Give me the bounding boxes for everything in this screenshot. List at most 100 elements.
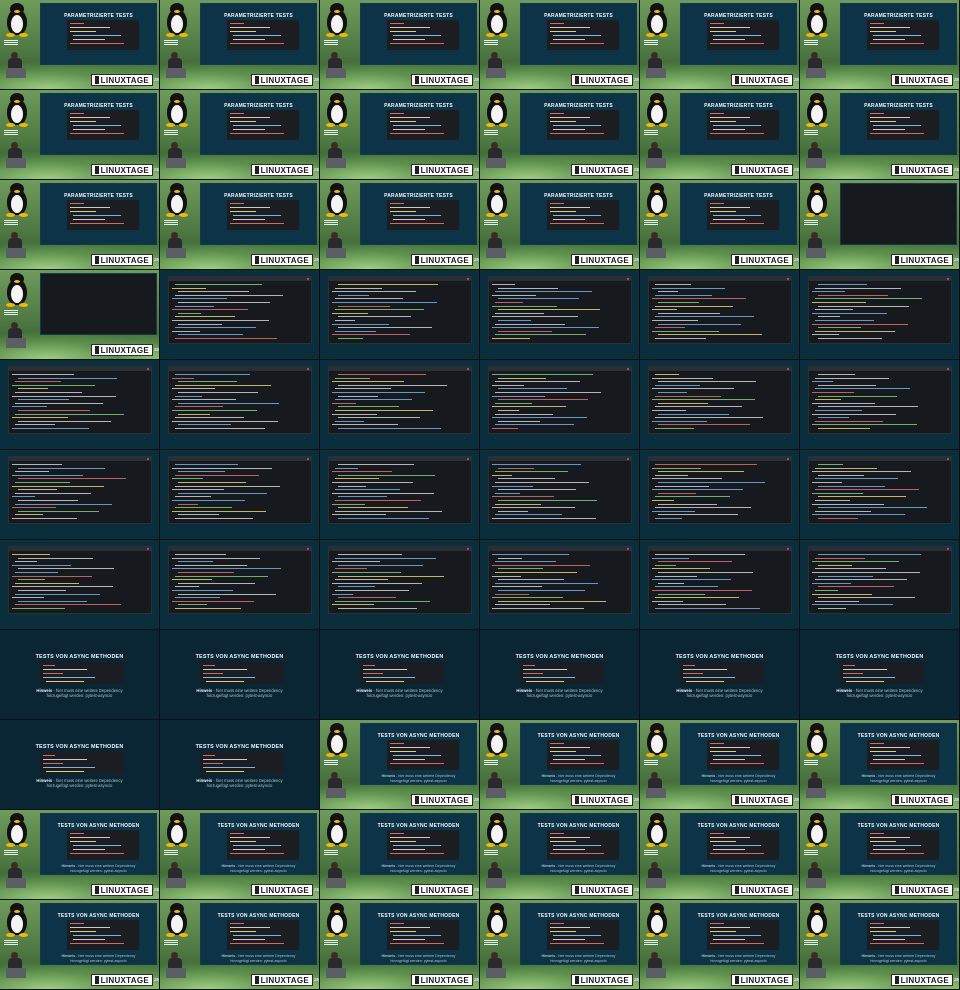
video-frame-conference[interactable]: TESTS VON ASYNC METHODEN Hinweis - hier … bbox=[0, 900, 160, 990]
video-frame-terminal[interactable] bbox=[320, 540, 480, 630]
video-frame-terminal[interactable] bbox=[800, 540, 960, 630]
video-frame-terminal[interactable] bbox=[160, 360, 320, 450]
video-frame-conference[interactable]: PARAMETRIZIERTE TESTS LINUXTAGE 25 bbox=[160, 0, 320, 90]
video-frame-terminal[interactable] bbox=[640, 540, 800, 630]
terminal-line bbox=[338, 428, 441, 429]
terminal-line bbox=[332, 413, 377, 415]
video-frame-conference[interactable]: PARAMETRIZIERTE TESTS LINUXTAGE 25 bbox=[320, 180, 480, 270]
video-frame-slide[interactable]: TESTS VON ASYNC METHODEN Hinweis - hier … bbox=[320, 630, 480, 720]
close-icon bbox=[947, 368, 949, 370]
video-frame-conference[interactable]: TESTS VON ASYNC METHODEN Hinweis - hier … bbox=[480, 720, 640, 810]
video-frame-terminal[interactable] bbox=[800, 450, 960, 540]
video-frame-conference[interactable]: TESTS VON ASYNC METHODEN Hinweis - hier … bbox=[160, 810, 320, 900]
code-block bbox=[707, 740, 779, 770]
video-frame-conference[interactable]: PARAMETRIZIERTE TESTS LINUXTAGE 25 bbox=[0, 180, 160, 270]
video-frame-terminal[interactable] bbox=[320, 360, 480, 450]
video-frame-terminal[interactable] bbox=[0, 450, 160, 540]
video-frame-conference[interactable]: PARAMETRIZIERTE TESTS LINUXTAGE 25 bbox=[480, 180, 640, 270]
code-block bbox=[387, 920, 459, 950]
video-frame-conference[interactable]: TESTS VON ASYNC METHODEN Hinweis - hier … bbox=[640, 720, 800, 810]
terminal-line bbox=[658, 471, 744, 473]
year-badge: 25 bbox=[313, 257, 319, 262]
event-info-lines bbox=[164, 940, 178, 948]
video-frame-slide[interactable]: TESTS VON ASYNC METHODEN Hinweis - hier … bbox=[480, 630, 640, 720]
video-frame-conference[interactable]: TESTS VON ASYNC METHODEN Hinweis - hier … bbox=[480, 900, 640, 990]
brand-text: LINUXTAGE bbox=[740, 975, 789, 985]
video-frame-conference[interactable]: PARAMETRIZIERTE TESTS LINUXTAGE 25 bbox=[640, 90, 800, 180]
video-frame-conference[interactable]: TESTS VON ASYNC METHODEN Hinweis - hier … bbox=[800, 810, 960, 900]
video-frame-conference[interactable]: TESTS VON ASYNC METHODEN Hinweis - hier … bbox=[160, 900, 320, 990]
video-frame-conference[interactable]: PARAMETRIZIERTE TESTS LINUXTAGE 25 bbox=[0, 0, 160, 90]
video-frame-terminal[interactable] bbox=[800, 360, 960, 450]
presentation-screen: PARAMETRIZIERTE TESTS bbox=[360, 93, 477, 155]
video-frame-terminal[interactable] bbox=[160, 270, 320, 360]
video-frame-conference[interactable]: PARAMETRIZIERTE TESTS LINUXTAGE 25 bbox=[0, 90, 160, 180]
video-frame-terminal[interactable] bbox=[640, 450, 800, 540]
video-frame-terminal[interactable] bbox=[0, 540, 160, 630]
video-frame-slide[interactable]: TESTS VON ASYNC METHODEN Hinweis - hier … bbox=[800, 630, 960, 720]
video-frame-terminal[interactable] bbox=[0, 360, 160, 450]
video-frame-slide[interactable]: TESTS VON ASYNC METHODEN Hinweis - hier … bbox=[640, 630, 800, 720]
video-frame-conference[interactable]: TESTS VON ASYNC METHODEN Hinweis - hier … bbox=[320, 900, 480, 990]
video-frame-terminal[interactable] bbox=[640, 360, 800, 450]
video-frame-conference[interactable]: TESTS VON ASYNC METHODEN Hinweis - hier … bbox=[320, 720, 480, 810]
brand-text: LINUXTAGE bbox=[900, 975, 949, 985]
video-frame-conference[interactable]: PARAMETRIZIERTE TESTS LINUXTAGE 25 bbox=[480, 90, 640, 180]
video-frame-conference[interactable]: LINUXTAGE 25 bbox=[800, 180, 960, 270]
terminal-line bbox=[652, 600, 683, 602]
terminal-line bbox=[658, 392, 687, 393]
event-info-lines bbox=[804, 220, 818, 228]
video-frame-terminal[interactable] bbox=[800, 270, 960, 360]
video-frame-terminal[interactable] bbox=[160, 540, 320, 630]
video-frame-slide[interactable]: TESTS VON ASYNC METHODEN Hinweis - hier … bbox=[160, 630, 320, 720]
video-frame-slide[interactable]: TESTS VON ASYNC METHODEN Hinweis - hier … bbox=[0, 720, 160, 810]
terminal-line bbox=[18, 579, 45, 581]
video-frame-conference[interactable]: TESTS VON ASYNC METHODEN Hinweis - hier … bbox=[480, 810, 640, 900]
video-frame-conference[interactable]: TESTS VON ASYNC METHODEN Hinweis - hier … bbox=[320, 810, 480, 900]
terminal-line bbox=[172, 399, 236, 401]
video-frame-conference[interactable]: TESTS VON ASYNC METHODEN Hinweis - hier … bbox=[800, 900, 960, 990]
video-frame-conference[interactable]: PARAMETRIZIERTE TESTS LINUXTAGE 25 bbox=[160, 90, 320, 180]
terminal-line bbox=[338, 294, 369, 296]
video-frame-terminal[interactable] bbox=[480, 540, 640, 630]
video-frame-slide[interactable]: TESTS VON ASYNC METHODEN Hinweis - hier … bbox=[0, 630, 160, 720]
video-frame-conference[interactable]: PARAMETRIZIERTE TESTS LINUXTAGE 25 bbox=[800, 90, 960, 180]
video-frame-conference[interactable]: TESTS VON ASYNC METHODEN Hinweis - hier … bbox=[0, 810, 160, 900]
terminal-line bbox=[495, 482, 589, 483]
close-icon bbox=[147, 458, 149, 460]
terminal-line bbox=[178, 424, 231, 426]
terminal-window bbox=[648, 546, 792, 614]
video-frame-conference[interactable]: LINUXTAGE 25 bbox=[0, 270, 160, 360]
terminal-line bbox=[18, 600, 87, 602]
video-frame-terminal[interactable] bbox=[480, 270, 640, 360]
terminal-line bbox=[172, 320, 269, 321]
brand-text: LINUXTAGE bbox=[100, 165, 149, 175]
video-frame-conference[interactable]: TESTS VON ASYNC METHODEN Hinweis - hier … bbox=[640, 810, 800, 900]
video-frame-conference[interactable]: PARAMETRIZIERTE TESTS LINUXTAGE 25 bbox=[480, 0, 640, 90]
video-frame-terminal[interactable] bbox=[320, 270, 480, 360]
terminal-line bbox=[12, 395, 116, 397]
video-frame-conference[interactable]: PARAMETRIZIERTE TESTS LINUXTAGE 25 bbox=[320, 90, 480, 180]
terminal-line bbox=[655, 395, 721, 397]
video-frame-slide[interactable]: TESTS VON ASYNC METHODEN Hinweis - hier … bbox=[160, 720, 320, 810]
video-frame-conference[interactable]: PARAMETRIZIERTE TESTS LINUXTAGE 25 bbox=[160, 180, 320, 270]
speaker-at-podium bbox=[806, 52, 826, 78]
terminal-line bbox=[338, 327, 432, 329]
video-frame-conference[interactable]: PARAMETRIZIERTE TESTS LINUXTAGE 25 bbox=[640, 180, 800, 270]
video-frame-terminal[interactable] bbox=[320, 450, 480, 540]
video-frame-conference[interactable]: TESTS VON ASYNC METHODEN Hinweis - hier … bbox=[640, 900, 800, 990]
video-frame-terminal[interactable] bbox=[160, 450, 320, 540]
code-block bbox=[867, 110, 939, 140]
video-frame-terminal[interactable] bbox=[480, 450, 640, 540]
video-frame-terminal[interactable] bbox=[640, 270, 800, 360]
video-frame-conference[interactable]: TESTS VON ASYNC METHODEN Hinweis - hier … bbox=[800, 720, 960, 810]
brand-text: LINUXTAGE bbox=[420, 255, 469, 265]
video-frame-conference[interactable]: PARAMETRIZIERTE TESTS LINUXTAGE 25 bbox=[320, 0, 480, 90]
terminal-line bbox=[15, 402, 103, 404]
slide-hint: Hinweis - hier muss eine weitere Depende… bbox=[356, 688, 443, 699]
video-frame-terminal[interactable] bbox=[480, 360, 640, 450]
video-frame-conference[interactable]: PARAMETRIZIERTE TESTS LINUXTAGE 25 bbox=[800, 0, 960, 90]
brand-text: LINUXTAGE bbox=[100, 345, 149, 355]
video-frame-conference[interactable]: PARAMETRIZIERTE TESTS LINUXTAGE 25 bbox=[640, 0, 800, 90]
terminal-line bbox=[658, 604, 726, 606]
